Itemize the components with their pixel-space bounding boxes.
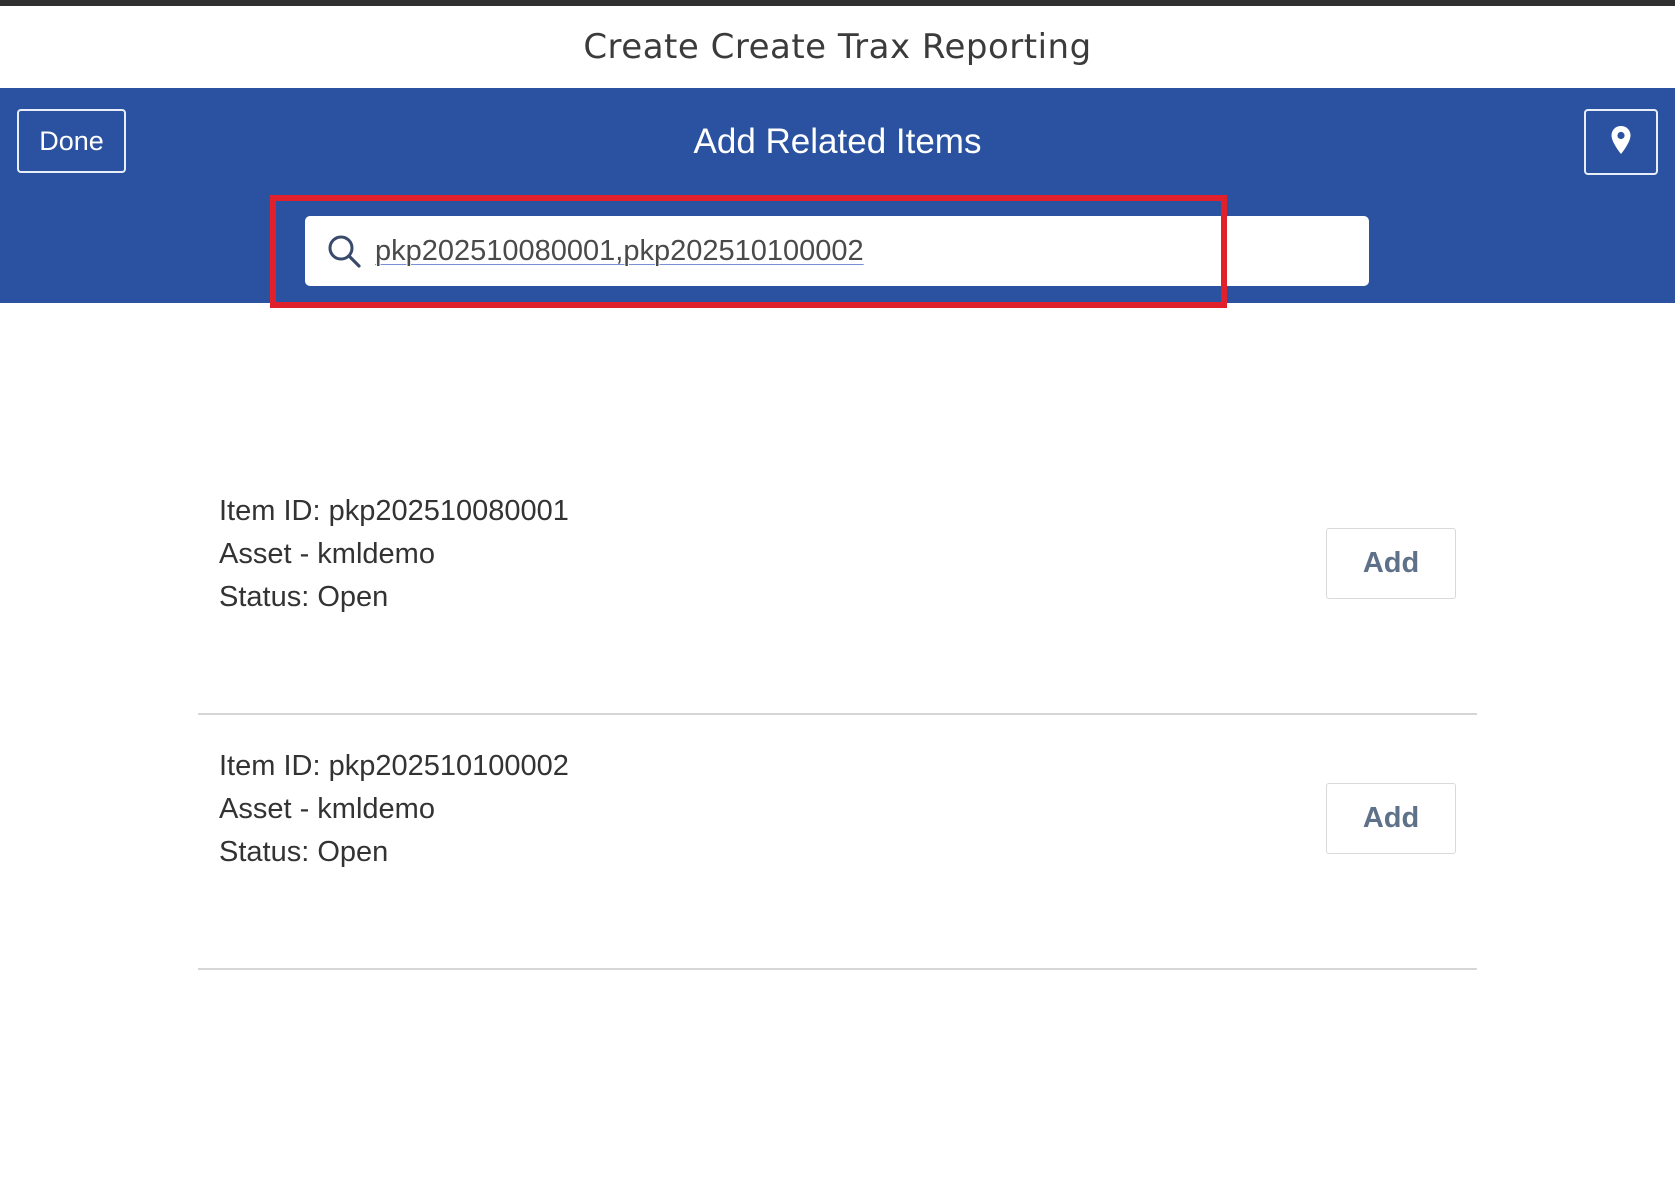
search-icon <box>325 232 363 270</box>
done-button[interactable]: Done <box>17 109 126 173</box>
results-list: Item ID: pkp202510080001 Asset - kmldemo… <box>198 460 1477 970</box>
page-title: Add Related Items <box>693 122 982 161</box>
search-input[interactable] <box>375 234 1335 268</box>
search-bar[interactable] <box>305 216 1369 286</box>
item-asset: Asset - kmldemo <box>219 793 435 825</box>
window-title: Create Create Trax Reporting <box>583 27 1092 67</box>
list-item: Item ID: pkp202510080001 Asset - kmldemo… <box>198 460 1477 715</box>
item-asset: Asset - kmldemo <box>219 538 435 570</box>
add-button[interactable]: Add <box>1326 783 1456 854</box>
item-id: Item ID: pkp202510100002 <box>219 750 569 782</box>
item-id: Item ID: pkp202510080001 <box>219 495 569 527</box>
item-status: Status: Open <box>219 581 389 613</box>
map-pin-icon <box>1609 125 1633 160</box>
location-button[interactable] <box>1584 109 1658 175</box>
list-item: Item ID: pkp202510100002 Asset - kmldemo… <box>198 715 1477 970</box>
item-details: Item ID: pkp202510100002 Asset - kmldemo… <box>219 745 569 874</box>
item-status: Status: Open <box>219 836 389 868</box>
add-button[interactable]: Add <box>1326 528 1456 599</box>
header-bar: Done Add Related Items <box>0 88 1675 303</box>
item-details: Item ID: pkp202510080001 Asset - kmldemo… <box>219 490 569 619</box>
